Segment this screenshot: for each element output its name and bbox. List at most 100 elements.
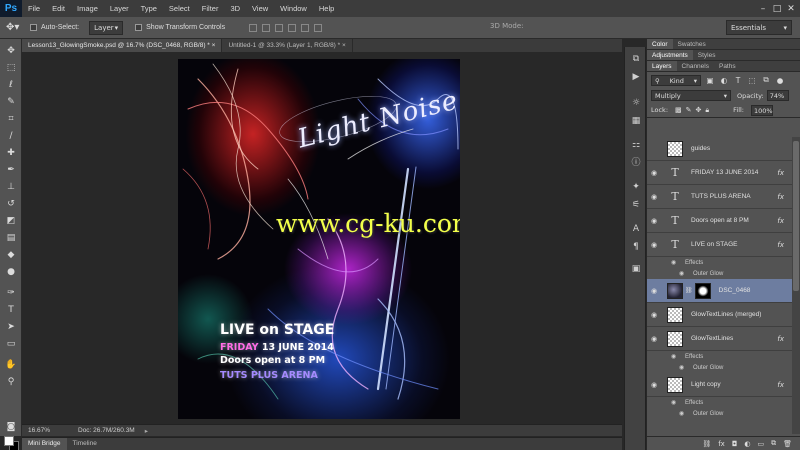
lock-all-icon[interactable]: 🔒︎: [705, 106, 709, 115]
new-layer-icon[interactable]: ⧉: [771, 439, 776, 448]
layer-row[interactable]: ◉ Light copy fx: [647, 373, 792, 397]
layer-comps-panel-icon[interactable]: ▣: [630, 263, 642, 275]
visibility-eye-icon[interactable]: ◉: [647, 335, 661, 343]
dodge-tool-icon[interactable]: ●: [5, 266, 17, 278]
crop-tool-icon[interactable]: ⌗: [5, 113, 17, 125]
brush-panel-icon[interactable]: ✦: [630, 181, 642, 193]
gradient-tool-icon[interactable]: ▤: [5, 232, 17, 244]
fx-icon[interactable]: fx: [777, 241, 784, 249]
menu-window[interactable]: Window: [274, 0, 313, 17]
auto-select-dropdown[interactable]: Layer ▾: [89, 20, 124, 35]
align-right-icon[interactable]: [314, 23, 323, 32]
zoom-tool-icon[interactable]: ⚲: [5, 376, 17, 388]
tab-timeline[interactable]: Timeline: [67, 438, 103, 450]
link-chain-icon[interactable]: ⛓: [685, 287, 693, 294]
layer-row[interactable]: ◉ T Doors open at 8 PM fx: [647, 209, 792, 233]
fx-icon[interactable]: fx: [718, 440, 725, 448]
trash-icon[interactable]: 🗑︎: [783, 440, 792, 448]
history-panel-icon[interactable]: ⧉: [630, 53, 642, 65]
effects-row[interactable]: ◉ Effects: [647, 351, 792, 362]
shape-tool-icon[interactable]: ▭: [5, 338, 17, 350]
effects-row[interactable]: ◉ Effects: [647, 397, 792, 408]
layer-row[interactable]: ◉ T LIVE on STAGE fx: [647, 233, 792, 257]
visibility-eye-icon[interactable]: ◉: [647, 381, 661, 389]
effect-item[interactable]: ◉ Outer Glow: [647, 362, 792, 373]
character-panel-icon[interactable]: A: [630, 223, 642, 235]
tab-channels[interactable]: Channels: [677, 61, 714, 71]
fx-icon[interactable]: fx: [777, 193, 784, 201]
document-canvas[interactable]: Light Noise www.cg-ku.com LIVE on STAGE …: [178, 59, 460, 419]
visibility-eye-icon[interactable]: ◉: [671, 399, 681, 406]
path-select-tool-icon[interactable]: ➤: [5, 321, 17, 333]
close-icon[interactable]: ×: [212, 42, 216, 49]
minimize-button[interactable]: –: [756, 4, 770, 14]
tab-adjustments[interactable]: Adjustments: [647, 50, 693, 60]
effects-row[interactable]: ◉ Effects: [647, 257, 792, 268]
eraser-tool-icon[interactable]: ◩: [5, 215, 17, 227]
visibility-eye-icon[interactable]: ◉: [679, 410, 689, 417]
canvas-area[interactable]: Light Noise www.cg-ku.com LIVE on STAGE …: [22, 52, 622, 424]
visibility-eye-icon[interactable]: ◉: [671, 259, 681, 266]
pen-tool-icon[interactable]: ✑: [5, 287, 17, 299]
opacity-input[interactable]: 74%: [766, 90, 789, 101]
tab-styles[interactable]: Styles: [693, 50, 721, 60]
hand-tool-icon[interactable]: ✋: [5, 359, 17, 371]
align-center-icon[interactable]: [301, 23, 310, 32]
visibility-eye-icon[interactable]: ◉: [647, 311, 661, 319]
menu-file[interactable]: File: [22, 0, 46, 17]
visibility-eye-icon[interactable]: ◉: [671, 353, 681, 360]
menu-edit[interactable]: Edit: [46, 0, 71, 17]
move-tool-icon[interactable]: ✥: [5, 45, 17, 57]
scrollbar-thumb[interactable]: [793, 141, 799, 291]
lock-transparent-icon[interactable]: ▩: [675, 106, 682, 114]
layer-row[interactable]: ◉ T FRIDAY 13 JUNE 2014 fx: [647, 161, 792, 185]
pixel-filter-icon[interactable]: ▣: [705, 76, 715, 85]
fx-icon[interactable]: fx: [777, 381, 784, 389]
menu-image[interactable]: Image: [71, 0, 104, 17]
history-brush-tool-icon[interactable]: ↺: [5, 198, 17, 210]
menu-layer[interactable]: Layer: [104, 0, 135, 17]
new-group-icon[interactable]: ▭: [757, 440, 764, 448]
tab-layers[interactable]: Layers: [647, 61, 677, 71]
auto-select-checkbox[interactable]: Auto-Select:: [30, 24, 79, 31]
align-bottom-icon[interactable]: [275, 23, 284, 32]
layer-row[interactable]: ◉ guides: [647, 137, 792, 161]
filter-toggle-icon[interactable]: ●: [775, 76, 785, 85]
lock-image-icon[interactable]: ✎: [686, 106, 692, 114]
styles-panel-icon[interactable]: ▦: [630, 115, 642, 127]
visibility-eye-icon[interactable]: ◉: [647, 145, 661, 153]
properties-panel-icon[interactable]: ⚏: [630, 139, 642, 151]
healing-brush-tool-icon[interactable]: ✚: [5, 147, 17, 159]
quick-mask-icon[interactable]: ◙: [5, 421, 17, 433]
brush-tool-icon[interactable]: ✒: [5, 164, 17, 176]
tab-lesson13[interactable]: Lesson13_GlowingSmoke.psd @ 16.7% (DSC_0…: [22, 39, 223, 52]
menu-view[interactable]: View: [246, 0, 274, 17]
effect-item[interactable]: ◉ Outer Glow: [647, 408, 792, 419]
visibility-eye-icon[interactable]: ◉: [647, 169, 661, 177]
visibility-eye-icon[interactable]: ◉: [647, 217, 661, 225]
adjustment-layer-icon[interactable]: ◐: [744, 440, 750, 448]
link-layers-icon[interactable]: ⛓: [702, 440, 711, 448]
tab-untitled-1[interactable]: Untitled-1 @ 33.3% (Layer 1, RGB/8) * ×: [222, 39, 353, 52]
show-transform-checkbox[interactable]: Show Transform Controls: [135, 24, 225, 31]
quick-select-tool-icon[interactable]: ✎: [5, 96, 17, 108]
paragraph-panel-icon[interactable]: ¶: [630, 241, 642, 253]
lasso-tool-icon[interactable]: ℓ: [5, 79, 17, 91]
layer-mask-thumbnail[interactable]: [694, 282, 711, 299]
visibility-eye-icon[interactable]: ◉: [647, 241, 661, 249]
layer-row[interactable]: ◉ GlowTextLines (merged): [647, 303, 792, 327]
menu-help[interactable]: Help: [313, 0, 340, 17]
lock-position-icon[interactable]: ✥: [696, 106, 702, 114]
close-button[interactable]: ✕: [784, 4, 798, 14]
tab-swatches[interactable]: Swatches: [673, 39, 711, 49]
foreground-color-swatch[interactable]: [4, 436, 14, 446]
adjustment-filter-icon[interactable]: ◐: [719, 76, 729, 85]
blend-mode-dropdown[interactable]: Multiply ▾: [651, 90, 731, 101]
marquee-tool-icon[interactable]: ⬚: [5, 62, 17, 74]
adjustments-panel-icon[interactable]: ☼: [630, 97, 642, 109]
visibility-eye-icon[interactable]: ◉: [679, 270, 689, 277]
align-left-icon[interactable]: [288, 23, 297, 32]
layer-row[interactable]: ◉ T TUTS PLUS ARENA fx: [647, 185, 792, 209]
menu-select[interactable]: Select: [163, 0, 196, 17]
close-icon[interactable]: ×: [342, 42, 346, 49]
